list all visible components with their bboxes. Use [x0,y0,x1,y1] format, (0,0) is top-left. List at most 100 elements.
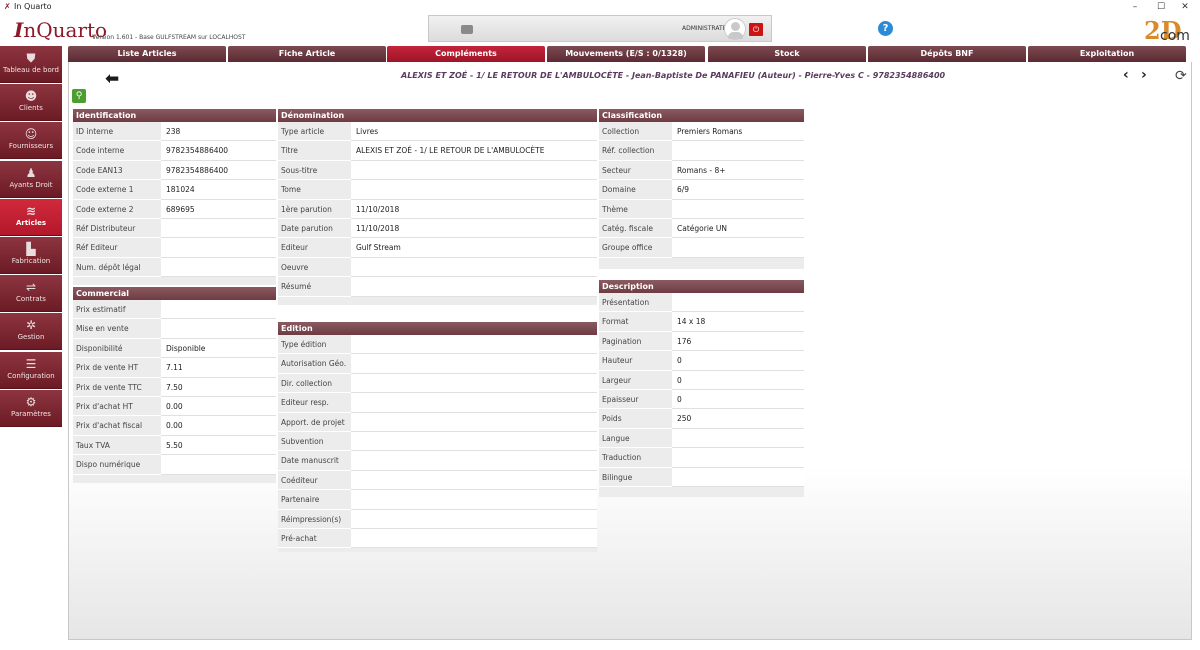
user-box: ADMINISTRATEUR ⏻ [428,15,772,42]
field-label: Sous-titre [278,161,351,181]
field-value[interactable]: Romans - 8+ [672,160,804,181]
field-value[interactable]: 14 x 18 [672,312,804,332]
field-value[interactable]: Disponible [161,338,276,359]
field-value[interactable] [351,373,597,394]
field-value[interactable]: 5.50 [161,435,276,456]
next-record-icon[interactable]: › [1141,67,1147,83]
field-row: Code externe 1 181024 [73,180,276,200]
field-label: Code interne [73,141,161,161]
field-value[interactable]: 9782354886400 [161,160,276,181]
sidebar-item-tableau-de-bord[interactable]: ⛊ Tableau de bord [0,46,62,83]
sidebar-item-param-tres[interactable]: ⚙ Paramètres [0,389,62,427]
field-value[interactable] [161,218,276,239]
field-value[interactable] [672,293,804,313]
sidebar-item-fabrication[interactable]: ▙ Fabrication [0,237,62,274]
field-value[interactable] [672,428,804,449]
record-title: ALEXIS ET ZOÉ - 1/ LE RETOUR DE L'AMBULO… [401,71,946,80]
tab-6[interactable]: Exploitation [1028,46,1186,62]
field-value[interactable]: 0 [672,351,804,371]
field-value[interactable]: 9782354886400 [161,141,276,161]
field-value[interactable]: 0.00 [161,396,276,417]
minimize-button[interactable]: – [1124,0,1146,14]
power-icon[interactable]: ⏻ [749,23,763,36]
sidebar-item-ayants-droit[interactable]: ♟ Ayants Droit [0,160,62,198]
field-label: Editeur [278,238,351,258]
field-label: Disponibilité [73,339,161,359]
sidebar-item-articles[interactable]: ≋ Articles [0,198,62,236]
field-value[interactable] [161,238,276,258]
field-value[interactable] [351,354,597,374]
sidebar-item-contrats[interactable]: ⇌ Contrats [0,275,62,313]
sidebar-item-configuration[interactable]: ☰ Configuration [0,351,62,389]
field-value[interactable]: 7.11 [161,358,276,378]
field-value[interactable]: 0.00 [161,416,276,436]
field-value[interactable] [351,412,597,432]
field-value[interactable]: 176 [672,331,804,352]
sidebar-item-clients[interactable]: ☻ Clients [0,84,62,122]
previous-record-icon[interactable]: ‹ [1123,67,1129,83]
field-label: Apport. de projet [278,413,351,432]
field-value[interactable] [161,257,276,278]
field-value[interactable] [672,467,804,487]
field-value[interactable] [351,431,597,452]
field-value[interactable]: 11/10/2018 [351,199,597,219]
field-row: Taux TVA 5.50 [73,435,276,456]
field-value[interactable]: 689695 [161,199,276,219]
field-value[interactable]: 0 [672,389,804,410]
chat-icon[interactable] [461,25,473,34]
back-arrow-icon[interactable]: ⬅ [105,69,119,89]
field-row: Réf Editeur [73,238,276,258]
sidebar-item-gestion[interactable]: ✲ Gestion [0,313,62,351]
edition-panel-title: Edition [278,322,597,335]
field-value[interactable] [351,451,597,471]
field-value[interactable]: Catégorie UN [672,218,804,239]
help-icon[interactable]: ? [878,21,893,36]
field-value[interactable]: 11/10/2018 [351,218,597,239]
search-icon[interactable]: ⚲ [72,89,86,103]
field-value[interactable] [672,448,804,468]
field-value[interactable] [351,335,597,355]
field-value[interactable]: ALEXIS ET ZOÉ - 1/ LE RETOUR DE L'AMBULO… [351,141,597,161]
field-label: Date parution [278,219,351,239]
field-value[interactable]: 250 [672,409,804,429]
field-value[interactable] [672,141,804,161]
sidebar-item-fournisseurs[interactable]: ☺ Fournisseurs [0,122,62,160]
field-value[interactable]: 6/9 [672,180,804,200]
field-value[interactable] [351,490,597,510]
field-row: Prix estimatif [73,300,276,320]
field-value[interactable] [161,455,276,475]
field-value[interactable]: 0 [672,370,804,390]
field-value[interactable] [351,277,597,297]
tab-2[interactable]: Compléments [387,46,545,62]
close-window-button[interactable]: ✕ [1174,0,1196,14]
tab-4[interactable]: Stock [708,46,866,62]
field-value[interactable]: Gulf Stream [351,238,597,258]
field-value[interactable] [351,528,597,549]
field-value[interactable]: Premiers Romans [672,122,804,142]
field-value[interactable] [672,238,804,258]
maximize-button[interactable]: ☐ [1150,0,1172,14]
field-value[interactable] [161,319,276,339]
field-value[interactable] [351,393,597,413]
field-row: Thème [599,199,804,219]
field-row: Poids 250 [599,409,804,429]
field-row: Résumé [278,277,597,297]
field-value[interactable] [672,199,804,219]
tab-3[interactable]: Mouvements (E/S : 0/1328) [547,46,705,62]
field-row: Subvention [278,431,597,452]
field-value[interactable]: 181024 [161,180,276,200]
field-value[interactable]: 7.50 [161,377,276,397]
refresh-icon[interactable]: ⟳ [1175,68,1187,84]
field-value[interactable] [351,257,597,278]
field-value[interactable] [351,160,597,181]
field-value[interactable] [351,470,597,491]
field-value[interactable] [351,509,597,529]
field-value[interactable] [351,180,597,200]
avatar[interactable] [724,18,746,40]
tab-1[interactable]: Fiche Article [228,46,386,62]
tab-0[interactable]: Liste Articles [68,46,226,62]
field-value[interactable] [161,300,276,320]
field-value[interactable]: Livres [351,122,597,142]
field-value[interactable]: 238 [161,122,276,142]
tab-5[interactable]: Dépôts BNF [868,46,1026,62]
